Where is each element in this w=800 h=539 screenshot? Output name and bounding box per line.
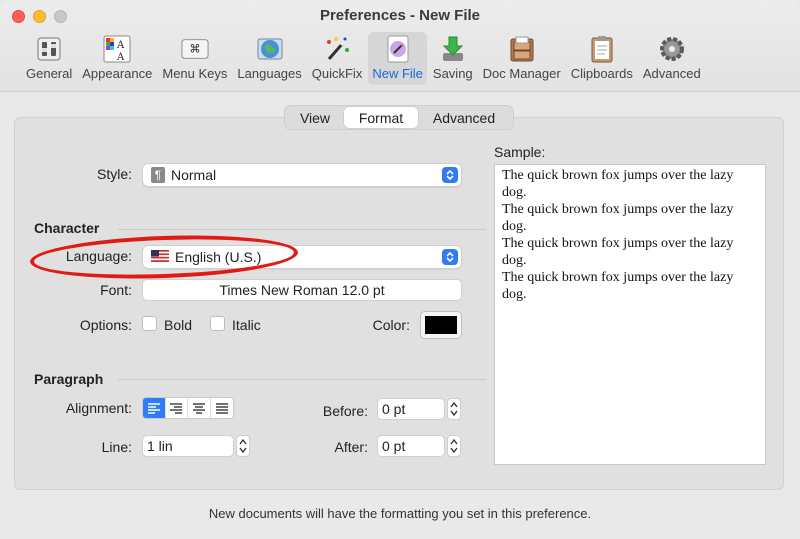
download-arrow-icon (439, 35, 467, 63)
clipboard-icon (588, 35, 616, 63)
toolbar-label: Appearance (82, 66, 153, 81)
toolbar-item-doc-manager[interactable]: Doc Manager (479, 32, 565, 85)
align-center-button[interactable] (188, 398, 211, 418)
sample-line: The quick brown fox jumps over the lazy … (502, 202, 734, 234)
font-label: Font: (100, 282, 132, 298)
align-center-icon (192, 403, 205, 414)
toolbar-item-new-file[interactable]: New File (368, 32, 427, 85)
after-label: After: (334, 439, 368, 455)
before-stepper[interactable] (447, 398, 461, 420)
paragraph-heading: Paragraph (34, 371, 104, 387)
svg-text:⌘: ⌘ (189, 43, 200, 56)
toolbar-item-general[interactable]: General (22, 32, 76, 85)
sample-line: The quick brown fox jumps over the lazy … (502, 270, 734, 302)
toolbar-label: Advanced (642, 66, 701, 81)
language-value: English (U.S.) (175, 249, 262, 265)
toolbar-label: QuickFix (311, 66, 363, 81)
command-key-icon: ⌘ (181, 35, 209, 63)
stepper-arrows-icon (450, 438, 458, 454)
popup-chevrons-icon (442, 249, 458, 265)
toolbar-label: Saving (432, 66, 473, 81)
italic-checkbox[interactable] (210, 316, 225, 331)
footer-note: New documents will have the formatting y… (208, 506, 592, 521)
sample-line: The quick brown fox jumps over the lazy … (502, 168, 734, 200)
window-title: Preferences - New File (319, 7, 481, 24)
toolbar: Preferences - New File General AA Appear… (0, 0, 800, 92)
toolbar-label: New File (372, 66, 423, 81)
before-label: Before: (322, 403, 368, 419)
tab-advanced[interactable]: Advanced (418, 107, 510, 128)
alignment-label: Alignment: (65, 400, 132, 416)
alignment-control (142, 397, 234, 419)
toolbar-item-appearance[interactable]: AA Appearance (78, 32, 156, 85)
line-spacing-field[interactable]: 1 lin (142, 435, 234, 457)
new-file-icon (384, 35, 412, 63)
stepper-arrows-icon (450, 401, 458, 417)
align-left-button[interactable] (143, 398, 166, 418)
character-heading: Character (34, 220, 100, 236)
after-field[interactable]: 0 pt (377, 435, 445, 457)
font-field[interactable]: Times New Roman 12.0 pt (142, 279, 462, 301)
toolbar-label: Languages (237, 66, 302, 81)
line-spacing-stepper[interactable] (236, 435, 250, 457)
after-stepper[interactable] (447, 435, 461, 457)
line-label: Line: (101, 439, 132, 455)
style-popup[interactable]: ¶ Normal (142, 163, 462, 187)
tab-bar: View Format Advanced (284, 105, 514, 130)
gear-icon (658, 35, 686, 63)
svg-text:A: A (116, 40, 125, 51)
us-flag-icon (151, 249, 169, 265)
bold-checkbox[interactable] (142, 316, 157, 331)
preferences-window: Preferences - New File General AA Appear… (0, 0, 800, 539)
style-label: Style: (96, 166, 132, 182)
svg-text:A: A (116, 52, 125, 63)
appearance-icon: AA (103, 35, 131, 63)
sample-line: The quick brown fox jumps over the lazy … (502, 236, 734, 268)
align-left-icon (147, 403, 160, 414)
tab-format[interactable]: Format (344, 107, 418, 128)
stepper-arrows-icon (239, 438, 247, 454)
color-well[interactable] (420, 311, 462, 339)
character-divider (118, 229, 486, 230)
before-field[interactable]: 0 pt (377, 398, 445, 420)
toolbar-item-languages[interactable]: Languages (233, 32, 305, 85)
italic-label: Italic (232, 317, 261, 333)
color-swatch (425, 316, 457, 334)
options-label: Options: (79, 317, 132, 333)
toolbar-item-saving[interactable]: Saving (429, 32, 477, 85)
sample-label: Sample: (494, 144, 546, 160)
language-popup[interactable]: English (U.S.) (142, 245, 462, 269)
align-justify-icon (215, 403, 228, 414)
toolbar-item-quickfix[interactable]: QuickFix (308, 32, 367, 85)
toolbar-item-menu-keys[interactable]: ⌘ Menu Keys (158, 32, 231, 85)
color-label: Color: (372, 317, 410, 333)
toolbar-item-clipboards[interactable]: Clipboards (567, 32, 637, 85)
tab-view[interactable]: View (286, 107, 344, 128)
switches-icon (35, 35, 63, 63)
toolbar-label: Doc Manager (482, 66, 561, 81)
toolbar-item-advanced[interactable]: Advanced (639, 32, 705, 85)
toolbar-label: Menu Keys (162, 66, 228, 81)
align-right-icon (170, 403, 183, 414)
toolbar-label: General (26, 66, 73, 81)
paragraph-divider (118, 379, 486, 380)
popup-chevrons-icon (442, 167, 458, 183)
toolbar-label: Clipboards (570, 66, 633, 81)
toolbar-items: General AA Appearance ⌘ Menu Keys Langua… (22, 32, 705, 85)
file-cabinet-icon (508, 35, 536, 63)
bold-label: Bold (164, 317, 193, 333)
magic-wand-icon (323, 35, 351, 63)
language-label: Language: (65, 248, 132, 264)
style-value: Normal (171, 167, 217, 183)
align-right-button[interactable] (166, 398, 188, 418)
paragraph-icon: ¶ (151, 167, 165, 183)
globe-icon (256, 35, 284, 63)
align-justify-button[interactable] (211, 398, 233, 418)
sample-preview: The quick brown fox jumps over the lazy … (494, 164, 766, 465)
